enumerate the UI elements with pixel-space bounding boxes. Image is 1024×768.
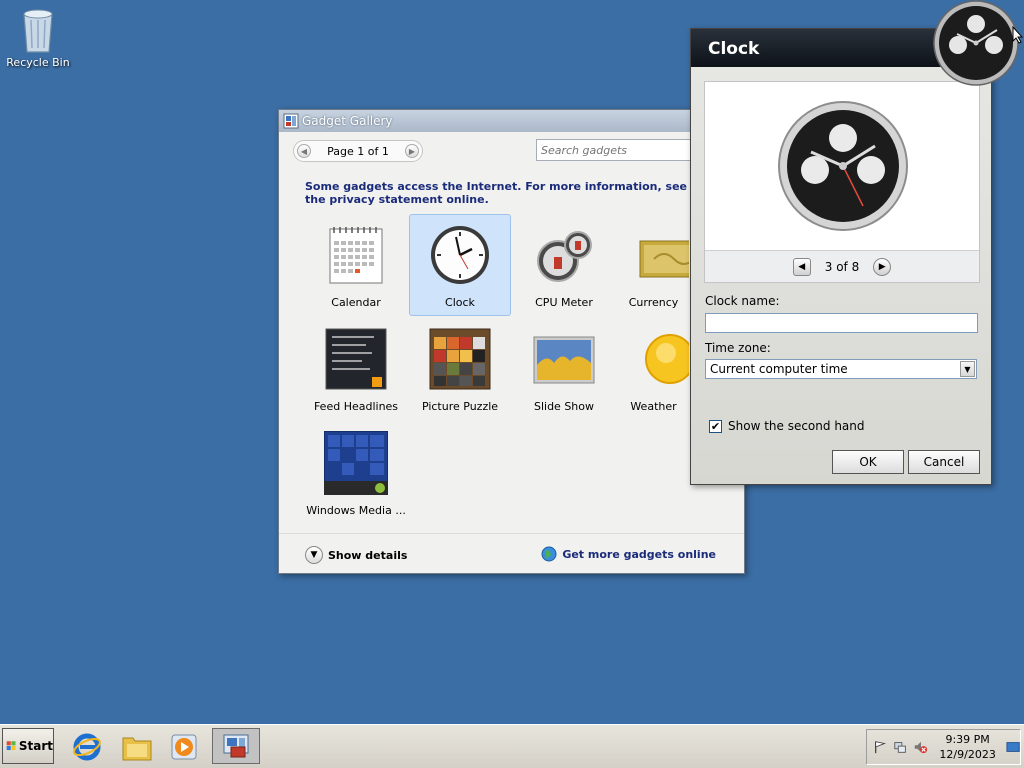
- calendar-icon: [329, 227, 383, 284]
- clock-name-input[interactable]: [705, 313, 978, 333]
- currency-icon: [639, 240, 689, 278]
- gadget-name: Windows Media ...: [306, 504, 406, 517]
- dropdown-arrow-icon[interactable]: ▼: [960, 361, 975, 377]
- notification-area: 9:39 PM 12/9/2023: [866, 729, 1021, 765]
- gadget-feed-headlines[interactable]: Feed Headlines: [305, 318, 407, 420]
- second-hand-label: Show the second hand: [728, 419, 865, 433]
- search-gadgets-input[interactable]: [536, 139, 706, 161]
- clock-settings-dialog[interactable]: Clock ◀ 3 of 8 ▶ Clock name: Time zone:: [690, 28, 992, 485]
- taskbar-internet-explorer[interactable]: [70, 730, 104, 764]
- feed-headlines-icon: [325, 328, 387, 390]
- network-icon[interactable]: [893, 739, 907, 755]
- cancel-button[interactable]: Cancel: [908, 450, 980, 474]
- clock-name-label: Clock name:: [705, 294, 780, 308]
- desktop-clock-gadget[interactable]: [933, 0, 1019, 86]
- gadget-name: Feed Headlines: [313, 400, 399, 413]
- start-button[interactable]: Start: [2, 728, 54, 764]
- show-desktop-icon[interactable]: [1006, 739, 1020, 755]
- gadget-picture-puzzle[interactable]: Picture Puzzle: [409, 318, 511, 420]
- gadget-windows-media-center[interactable]: Windows Media ...: [305, 422, 407, 524]
- globe-icon: [541, 546, 557, 562]
- taskbar-gadget-gallery[interactable]: [212, 728, 260, 764]
- gallery-title: Gadget Gallery: [302, 114, 393, 128]
- time-zone-value: Current computer time: [710, 362, 848, 376]
- picture-puzzle-icon: [429, 328, 491, 390]
- gadget-name: Calendar: [331, 296, 381, 309]
- taskbar: Start 9:39 PM 12/9/2023: [0, 724, 1024, 768]
- gadget-name: Currency: [628, 296, 679, 309]
- time-zone-label: Time zone:: [705, 341, 771, 355]
- previous-clock-button[interactable]: ◀: [792, 257, 811, 276]
- gadget-clock[interactable]: Clock: [409, 214, 511, 316]
- volume-muted-icon[interactable]: [913, 739, 928, 755]
- get-more-gadgets-link[interactable]: Get more gadgets online: [541, 546, 716, 562]
- preview-counter: 3 of 8: [824, 259, 860, 274]
- gadget-cpu-meter[interactable]: CPU Meter: [513, 214, 615, 316]
- clock-face-preview-icon: [778, 101, 908, 231]
- gadget-name: Clock: [445, 296, 475, 309]
- windows-media-center-icon: [323, 430, 389, 496]
- next-page-button[interactable]: ▶: [404, 144, 419, 158]
- cpu-meter-icon: [537, 231, 592, 282]
- time-zone-select[interactable]: Current computer time ▼: [705, 359, 977, 379]
- mouse-cursor-icon: [1012, 26, 1024, 44]
- start-label: Start: [18, 739, 53, 753]
- internet-explorer-icon: [73, 733, 101, 761]
- recycle-bin[interactable]: Recycle Bin: [6, 6, 70, 76]
- second-hand-checkbox[interactable]: ✔: [709, 419, 722, 433]
- gadget-name: Slide Show: [533, 400, 595, 413]
- gadget-gallery-window[interactable]: Gadget Gallery ◀ Page 1 of 1 ▶ Some gadg…: [278, 109, 745, 574]
- gadget-gallery-icon: [283, 113, 299, 129]
- system-time: 9:39 PM: [945, 733, 990, 746]
- windows-explorer-icon: [122, 737, 152, 761]
- gallery-titlebar[interactable]: Gadget Gallery: [279, 110, 744, 132]
- show-details-label: Show details: [328, 548, 408, 562]
- privacy-notice-link[interactable]: Some gadgets access the Internet. For mo…: [305, 180, 705, 206]
- gadget-calendar[interactable]: Calendar: [305, 214, 407, 316]
- gallery-pager: ◀ Page 1 of 1 ▶: [293, 140, 423, 162]
- ok-button[interactable]: OK: [832, 450, 904, 474]
- second-hand-option[interactable]: ✔ Show the second hand: [709, 419, 865, 433]
- gadget-name: Weather: [630, 400, 677, 413]
- slide-show-icon: [533, 336, 595, 384]
- action-center-flag-icon[interactable]: [873, 739, 887, 755]
- recycle-bin-label: Recycle Bin: [6, 56, 70, 69]
- preview-navigator: ◀ 3 of 8 ▶: [705, 250, 979, 282]
- get-more-gadgets-label: Get more gadgets online: [562, 547, 716, 561]
- gadget-weather[interactable]: Weather: [617, 318, 690, 420]
- taskbar-media-player[interactable]: [167, 730, 201, 764]
- recycle-bin-icon: [23, 9, 53, 53]
- media-player-icon: [171, 734, 197, 760]
- gadget-name: Picture Puzzle: [421, 400, 499, 413]
- gadget-slide-show[interactable]: Slide Show: [513, 318, 615, 420]
- page-indicator: Page 1 of 1: [327, 144, 389, 158]
- gadget-currency[interactable]: Currency: [617, 214, 690, 316]
- weather-icon: [645, 334, 689, 384]
- gadget-name: CPU Meter: [535, 296, 593, 309]
- show-details-toggle[interactable]: ▼ Show details: [305, 546, 407, 564]
- clock-preview: ◀ 3 of 8 ▶: [704, 81, 980, 283]
- gadget-gallery-icon: [223, 734, 249, 758]
- prev-page-button[interactable]: ◀: [297, 144, 311, 158]
- system-date: 12/9/2023: [939, 748, 996, 761]
- next-clock-button[interactable]: ▶: [873, 257, 892, 276]
- windows-logo-icon: [6, 741, 16, 751]
- clock-icon: [431, 226, 489, 284]
- system-clock[interactable]: 9:39 PM 12/9/2023: [939, 732, 995, 762]
- taskbar-windows-explorer[interactable]: [120, 730, 154, 764]
- gallery-footer: ▼ Show details Get more gadgets online: [279, 533, 744, 573]
- chevron-down-icon: ▼: [305, 546, 323, 564]
